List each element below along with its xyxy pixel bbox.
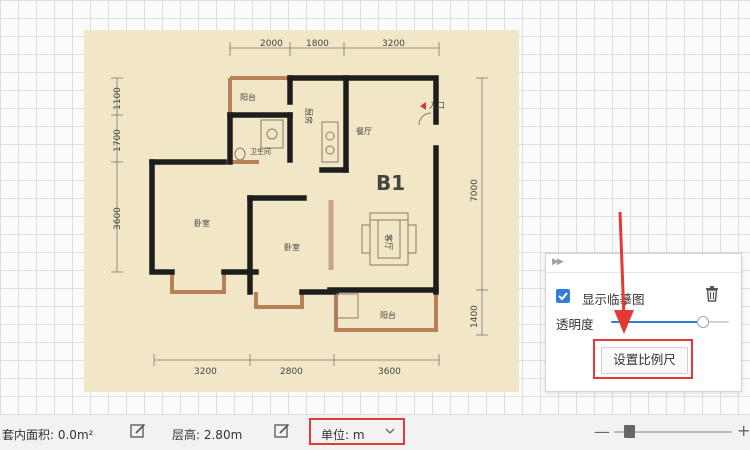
room-entrance: 入口 (429, 101, 445, 110)
double-chevron-right-icon[interactable]: ▶▶ (552, 257, 564, 267)
room-dining: 餐厅 (356, 127, 372, 136)
unit-select-highlight: 单位: m (309, 418, 405, 445)
red-arrow-annotation (614, 211, 634, 334)
show-reference-checkbox[interactable] (556, 289, 570, 303)
reference-image-panel: ▶▶ 显示临摹图 透明度 设置比例尺 (545, 253, 742, 392)
set-scale-button[interactable]: 设置比例尺 (601, 347, 688, 374)
dim-top-1: 2000 (260, 39, 283, 49)
set-scale-highlight: 设置比例尺 (593, 339, 693, 379)
room-balcony-bottom: 阳台 (380, 310, 396, 320)
unit-select[interactable]: 单位: m (311, 420, 403, 443)
room-bedroom-mid: 卧室 (284, 242, 300, 252)
room-bedroom-left: 卧室 (194, 218, 210, 228)
panel-header: ▶▶ (546, 254, 741, 273)
dim-bottom-1: 3200 (194, 367, 217, 377)
trash-icon[interactable] (705, 286, 719, 305)
floor-plan-reference-image: 2000 1800 3200 3200 2800 3600 1100 1700 … (84, 30, 519, 392)
dim-left-2: 1700 (113, 129, 123, 152)
dim-bottom-3: 3600 (378, 367, 401, 377)
room-living: 客厅 (384, 234, 394, 250)
opacity-row: 透明度 (556, 312, 736, 332)
show-reference-row: 显示临摹图 (556, 286, 731, 307)
height-label: 层高: 2.80m (172, 428, 243, 442)
dim-right-2: 1400 (470, 305, 480, 328)
zoom-slider[interactable] (614, 423, 732, 441)
edit-height-icon[interactable] (274, 423, 290, 442)
room-bathroom: 卫生间 (250, 147, 271, 156)
chevron-down-icon (385, 425, 395, 439)
dim-right-1: 7000 (470, 179, 480, 202)
check-icon (558, 292, 568, 301)
room-kitchen: 厨房 (304, 108, 314, 124)
status-bar: 套内面积: 0.0m² 层高: 2.80m 单位: m — + (0, 414, 750, 450)
dim-bottom-2: 2800 (280, 367, 303, 377)
unit-label: 单位: m (321, 428, 365, 442)
area-label: 套内面积: 0.0m² (2, 428, 94, 442)
dim-top-2: 1800 (306, 39, 329, 49)
edit-area-icon[interactable] (130, 423, 146, 442)
dim-left-3: 3600 (113, 207, 123, 230)
zoom-in-button[interactable]: + (737, 421, 750, 440)
room-balcony-top: 阳台 (240, 92, 256, 102)
unit-name: B1 (376, 171, 405, 195)
opacity-label: 透明度 (556, 317, 594, 332)
opacity-slider-thumb[interactable] (697, 316, 710, 328)
zoom-slider-thumb[interactable] (623, 425, 635, 438)
zoom-out-button[interactable]: — (594, 422, 610, 441)
dim-left-1: 1100 (113, 87, 123, 110)
dim-top-3: 3200 (382, 39, 405, 49)
